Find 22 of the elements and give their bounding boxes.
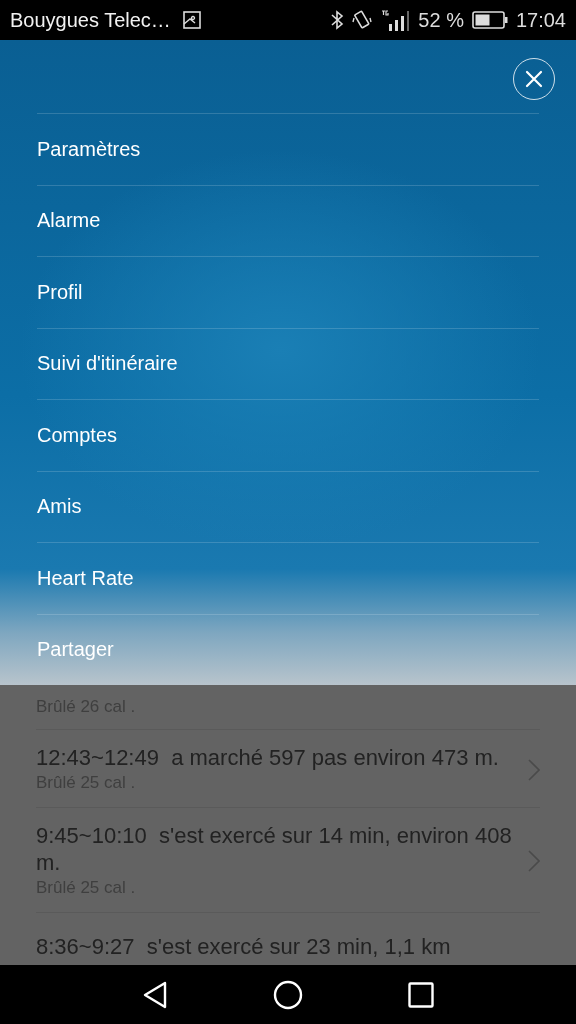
battery-percentage: 52 % — [418, 8, 464, 32]
image-icon — [182, 11, 201, 29]
vibrate-icon — [352, 10, 373, 30]
carrier-name: Bouygues Telec… — [10, 8, 171, 32]
signal-icon — [380, 8, 411, 32]
activity-summary: 8:36~9:27 s'est exercé sur 23 min, 1,1 km — [36, 933, 452, 960]
activity-summary: 12:43~12:49 a marché 597 pas environ 473 m. — [36, 744, 500, 771]
menu-item[interactable]: Comptes — [37, 399, 539, 471]
activity-summary: 9:45~10:10 s'est exercé sur 14 min, environ 408 m. — [36, 822, 513, 876]
clock-time: 17:04 — [515, 8, 566, 32]
menu-item[interactable]: Profil — [37, 256, 539, 328]
back-icon[interactable] — [142, 980, 169, 1009]
menu-item[interactable]: Suivi d'itinéraire — [37, 327, 539, 399]
close-icon[interactable] — [525, 69, 543, 88]
battery-icon — [471, 11, 508, 29]
home-icon[interactable] — [273, 979, 303, 1010]
menu-item[interactable]: Alarme — [37, 184, 539, 256]
menu-item[interactable]: Amis — [37, 470, 539, 542]
menu-item[interactable]: Paramètres — [37, 113, 539, 185]
recents-icon[interactable] — [407, 981, 434, 1008]
menu-item[interactable]: Heart Rate — [37, 542, 539, 614]
bluetooth-icon — [330, 10, 345, 30]
